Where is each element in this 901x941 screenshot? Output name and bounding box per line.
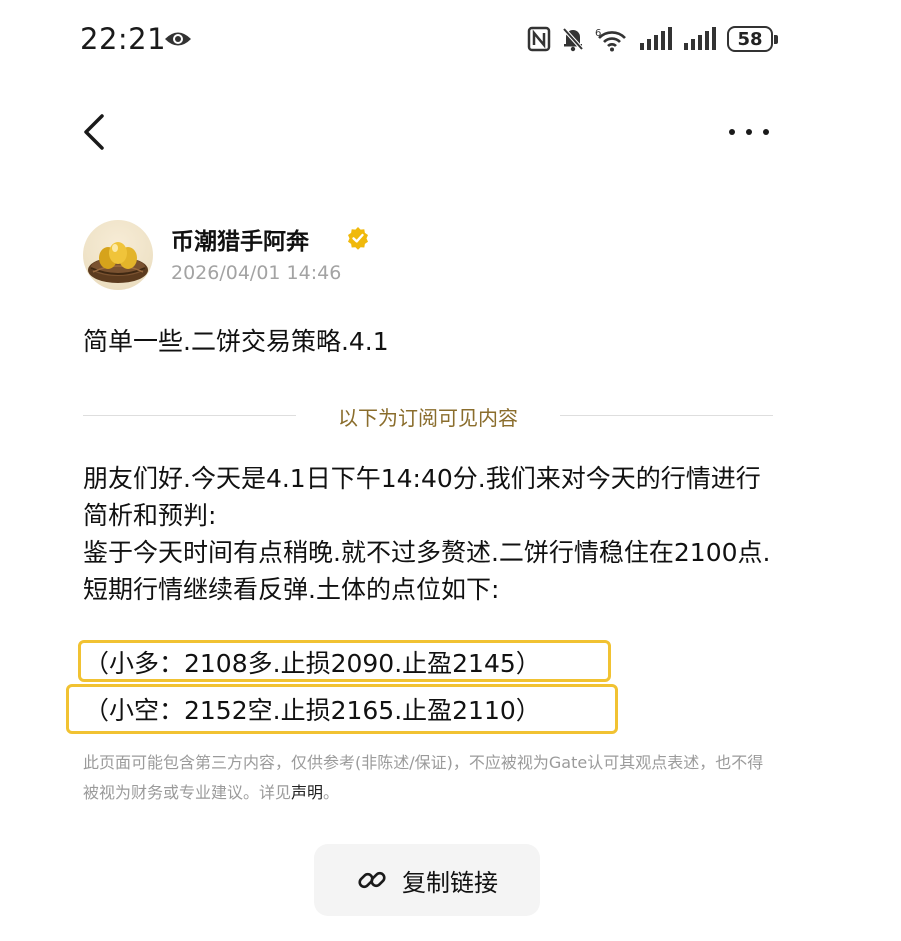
signal-icon xyxy=(684,27,716,50)
subscriber-divider-label: 以下为订阅可见内容 xyxy=(338,406,518,430)
copy-link-button[interactable]: 复制链接 xyxy=(314,844,540,916)
short-position-line: （小空：2152空.止损2165.止盈2110） xyxy=(84,696,541,725)
status-bar: 22:21 6 58 xyxy=(0,0,901,84)
battery-icon: 58 xyxy=(727,26,778,52)
long-position-line: （小多：2108多.止损2090.止盈2145） xyxy=(84,649,541,678)
disclaimer-end: 。 xyxy=(323,783,340,802)
post-timestamp: 2026/04/01 14:46 xyxy=(171,262,342,284)
verified-badge-icon xyxy=(348,227,368,250)
avatar[interactable] xyxy=(83,220,153,290)
disclaimer-link[interactable]: 声明 xyxy=(291,783,323,802)
disclaimer-text: 此页面可能包含第三方内容，仅供参考(非陈述/保证)，不应被视为Gate认可其观点… xyxy=(83,753,764,802)
post-body: 朋友们好.今天是4.1日下午14:40分.我们来对今天的行情进行简析和预判: 鉴… xyxy=(83,460,783,608)
signal-icon xyxy=(640,27,672,50)
post-paragraph: 朋友们好.今天是4.1日下午14:40分.我们来对今天的行情进行简析和预判: xyxy=(83,464,761,530)
author-name[interactable]: 币潮猎手阿奔 xyxy=(171,222,309,256)
post-paragraph: 鉴于今天时间有点稍晚.就不过多赘述.二饼行情稳住在2100点.短期行情继续看反弹… xyxy=(83,538,771,604)
post-title: 简单一些.二饼交易策略.4.1 xyxy=(83,327,389,356)
status-time: 22:21 xyxy=(80,22,167,56)
eye-icon xyxy=(165,32,191,46)
copy-link-label: 复制链接 xyxy=(402,868,498,897)
nfc-icon xyxy=(527,26,551,52)
subscriber-divider: 以下为订阅可见内容 xyxy=(83,400,773,430)
author-row[interactable]: 币潮猎手阿奔 2026/04/01 14:46 xyxy=(83,220,783,290)
disclaimer: 此页面可能包含第三方内容，仅供参考(非陈述/保证)，不应被视为Gate认可其观点… xyxy=(83,748,773,808)
wifi-6-icon: 6 xyxy=(595,28,626,52)
more-horizontal-icon[interactable] xyxy=(727,120,771,144)
divider-line xyxy=(560,415,773,416)
mute-bell-icon xyxy=(562,27,584,52)
status-icons: 6 58 xyxy=(527,26,778,52)
chevron-left-icon[interactable] xyxy=(80,112,110,152)
golden-eggs-nest-icon xyxy=(88,242,148,283)
link-icon xyxy=(358,871,386,889)
